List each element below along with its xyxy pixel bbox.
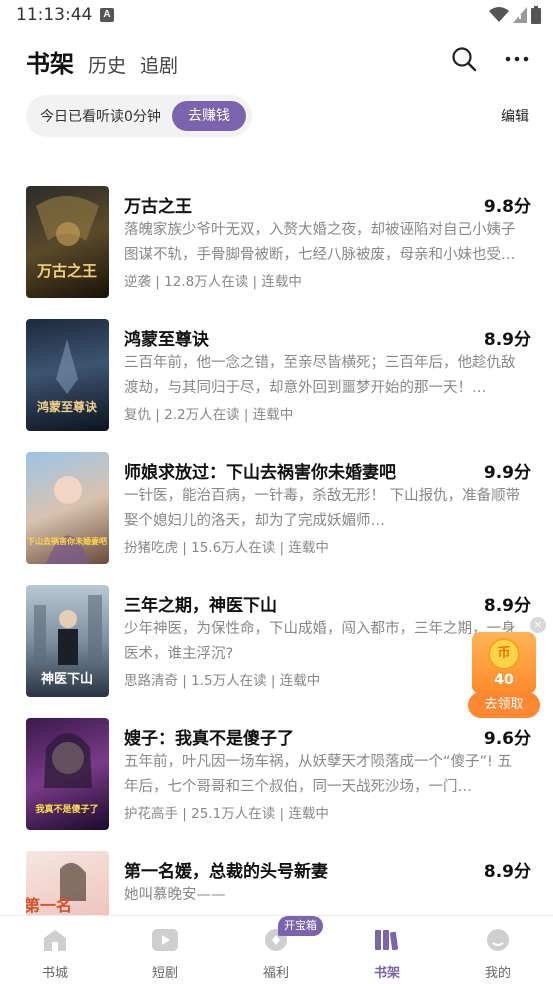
reading-time-pill: 今日已看听读0分钟 去赚钱 <box>26 95 252 137</box>
home-icon <box>44 930 66 951</box>
book-description: 少年神医，为保性命，下山成婚，闯入都市，三年之期，一身医术，谁主浮沉? <box>124 621 516 662</box>
edit-button[interactable]: 编辑 <box>501 106 529 126</box>
status-time: 11:13:44 <box>16 5 93 25</box>
book-description: 她叫慕晚安—— <box>124 887 226 903</box>
book-item[interactable]: 下山去祸害你未婚妻吧 师娘求放过：下山去祸害你未婚妻吧 9.9分 一针医，能治百… <box>26 452 531 564</box>
nav-label: 书架 <box>373 966 400 981</box>
book-title: 师娘求放过：下山去祸害你未婚妻吧 <box>124 463 396 483</box>
search-icon[interactable] <box>451 46 477 72</box>
cover-art: 下山去祸害你未婚妻吧 <box>27 476 107 564</box>
cover-title: 下山去祸害你未婚妻吧 <box>27 536 107 546</box>
book-title: 万古之王 <box>124 197 192 217</box>
tab-bookshelf[interactable]: 书架 <box>26 44 74 79</box>
book-cover: 鸿蒙至尊诀 <box>26 319 109 431</box>
play-icon <box>152 929 178 951</box>
book-score: 9.6分 <box>483 729 531 749</box>
book-description: 五年前，叶凡因一场车祸，从妖孽天才陨落成一个“傻子”! 五年后，七个哥哥和三个叔… <box>124 754 512 795</box>
nav-label: 我的 <box>484 966 511 981</box>
tab-following[interactable]: 追剧 <box>140 51 178 78</box>
reward-widget[interactable]: × 币 40 去领取 <box>468 617 546 720</box>
nav-label: 短剧 <box>151 966 178 981</box>
reward-amount: 40 <box>494 672 514 688</box>
book-item[interactable]: 万古之王 万古之王 9.8分 落魄家族少爷叶无双，入赘大婚之夜，却被诬陷对自己小… <box>26 186 531 298</box>
top-actions <box>451 46 529 72</box>
book-score: 8.9分 <box>483 330 531 350</box>
book-cover: 万古之王 <box>26 186 109 298</box>
book-item[interactable]: 神医下山 三年之期，神医下山 8.9分 少年神医，为保性命，下山成婚，闯入都市，… <box>26 585 531 697</box>
wifi-icon <box>489 7 509 22</box>
profile-icon <box>487 929 509 951</box>
top-tabs: 书架 历史 追剧 <box>26 44 178 79</box>
status-icons <box>489 6 541 24</box>
book-title: 嫂子：我真不是傻子了 <box>124 729 294 749</box>
book-score: 9.8分 <box>483 197 531 217</box>
nav-item-bookstore[interactable]: 书城 <box>15 928 95 981</box>
book-score: 8.9分 <box>483 862 531 882</box>
battery-icon <box>531 6 541 24</box>
treasure-chest-badge: 开宝箱 <box>278 916 323 936</box>
book-cover: 下山去祸害你未婚妻吧 <box>26 452 109 564</box>
nav-item-profile[interactable]: 我的 <box>458 928 538 981</box>
book-title: 第一名媛，总裁的头号新妻 <box>124 862 328 882</box>
cover-title: 第一名 <box>26 896 72 915</box>
book-description: 一针医，能治百病，一针毒，杀敌无形！ 下山报仇，准备顺带娶个媳妇儿的洛天，却为了… <box>124 488 521 529</box>
book-score: 8.9分 <box>483 596 531 616</box>
cover-art: 万古之王 <box>36 196 99 280</box>
cover-art: 鸿蒙至尊诀 <box>37 339 98 414</box>
cover-title: 万古之王 <box>36 262 97 280</box>
book-cover: 神医下山 <box>26 585 109 697</box>
book-meta: 复仇 | 2.2万人在读 | 连载中 <box>124 407 294 423</box>
reward-box: 币 40 <box>472 632 536 694</box>
book-meta: 扮猪吃虎 | 15.6万人在读 | 连载中 <box>124 540 329 556</box>
book-title: 鸿蒙至尊诀 <box>124 330 209 350</box>
claim-reward-button[interactable]: 去领取 <box>468 692 540 718</box>
cover-title: 神医下山 <box>41 671 93 687</box>
cover-art: 神医下山 <box>34 595 102 687</box>
tab-history[interactable]: 历史 <box>88 51 126 78</box>
earn-money-button[interactable]: 去赚钱 <box>172 101 246 131</box>
book-title: 三年之期，神医下山 <box>124 596 277 616</box>
book-description: 三百年前，他一念之错，至亲尽皆横死；三百年后，他趁仇敌渡劫，与其同归于尽，却意外… <box>124 355 516 396</box>
book-score: 9.9分 <box>483 463 531 483</box>
book-meta: 思路清奇 | 1.5万人在读 | 连载中 <box>124 673 321 689</box>
notification-a-icon: A <box>100 8 114 22</box>
book-meta: 护花高手 | 25.1万人在读 | 连载中 <box>124 806 329 822</box>
reading-time-text: 今日已看听读0分钟 <box>40 109 161 125</box>
bookshelf-icon <box>375 930 399 951</box>
nav-item-short-drama[interactable]: 短剧 <box>125 928 205 981</box>
status-bar: 11:13:44 A <box>0 0 553 32</box>
book-item[interactable]: 第一名 第一名媛，总裁的头号新妻 8.9分 她叫慕晚安—— <box>26 851 531 915</box>
book-meta: 逆袭 | 12.8万人在读 | 连载中 <box>124 274 302 290</box>
cover-title: 鸿蒙至尊诀 <box>37 399 98 414</box>
book-item[interactable]: 我真不是傻子了 嫂子：我真不是傻子了 9.6分 五年前，叶凡因一场车祸，从妖孽天… <box>26 718 531 830</box>
book-item[interactable]: 鸿蒙至尊诀 鸿蒙至尊诀 8.9分 三百年前，他一念之错，至亲尽皆横死；三百年后，… <box>26 319 531 431</box>
book-description: 落魄家族少爷叶无双，入赘大婚之夜，却被诬陷对自己小姨子图谋不轨，手骨脚骨被断，七… <box>124 222 516 263</box>
nav-item-bookshelf[interactable]: 书架 <box>347 928 427 981</box>
bottom-nav: 书城 短剧 福利 开宝箱 书架 我的 <box>0 915 553 984</box>
book-cover: 我真不是傻子了 <box>26 718 109 830</box>
nav-label: 福利 <box>262 966 289 981</box>
coin-icon: 币 <box>488 638 520 670</box>
reward-close-button[interactable]: × <box>530 617 546 633</box>
cover-title: 我真不是傻子了 <box>35 803 98 815</box>
cover-art: 第一名 <box>26 862 86 915</box>
nav-label: 书城 <box>41 966 68 981</box>
more-icon[interactable] <box>505 56 529 62</box>
cover-art: 我真不是傻子了 <box>35 733 99 815</box>
book-cover: 第一名 <box>26 851 109 915</box>
signal-icon <box>513 7 527 23</box>
